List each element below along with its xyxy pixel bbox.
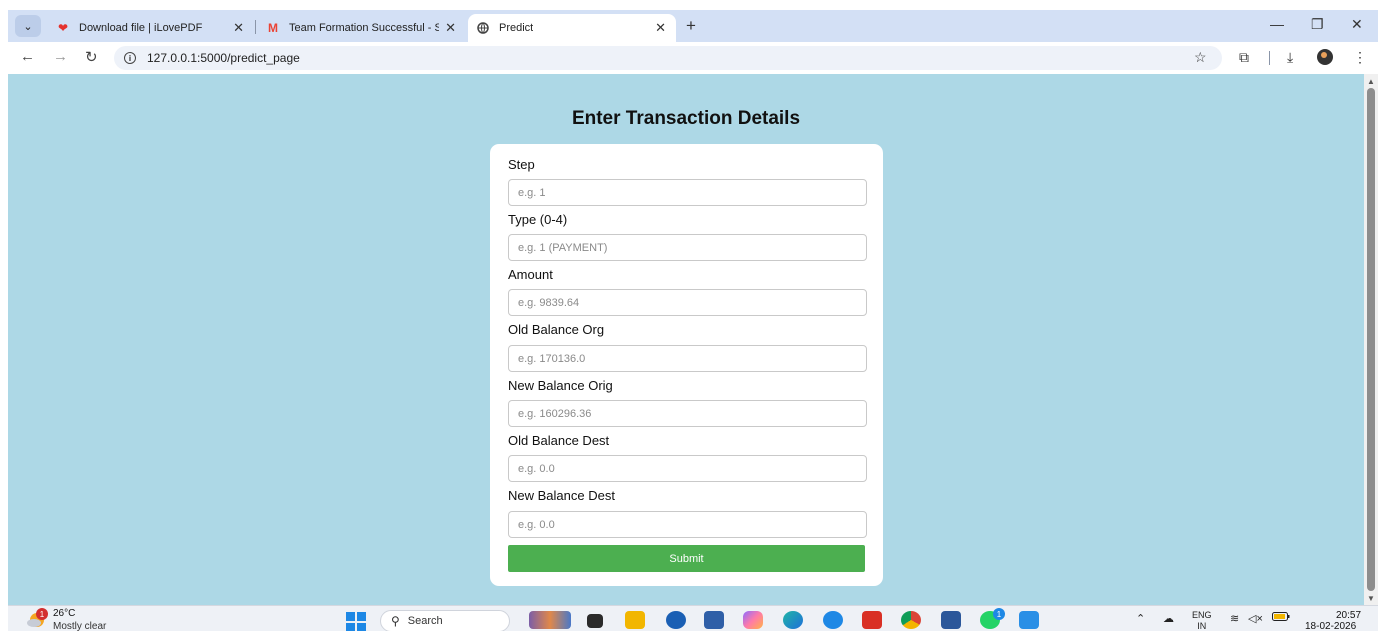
weather-temp: 26°C: [53, 608, 76, 619]
weather-description: Mostly clear: [53, 621, 107, 631]
minimize-icon[interactable]: —: [1270, 16, 1284, 32]
address-bar[interactable]: i 127.0.0.1:5000/predict_page: [114, 46, 1222, 70]
wifi-icon[interactable]: ≋: [1230, 612, 1239, 625]
heart-icon: ❤: [57, 21, 69, 35]
reload-icon[interactable]: ↻: [85, 48, 98, 66]
whatsapp-badge: 1: [993, 608, 1005, 620]
amount-label: Amount: [508, 267, 553, 282]
tab-title: Predict: [499, 22, 534, 34]
tab-predict[interactable]: Predict ✕: [468, 14, 676, 42]
type-input[interactable]: [508, 234, 867, 261]
language-code: ENG: [1192, 610, 1212, 620]
old-balance-org-input[interactable]: [508, 345, 867, 372]
restore-icon[interactable]: ❐: [1311, 16, 1324, 33]
step-label: Step: [508, 157, 535, 172]
page-viewport: Enter Transaction Details Step Type (0-4…: [8, 74, 1378, 605]
search-label: Search: [407, 615, 443, 627]
scroll-down-icon[interactable]: ▼: [1367, 594, 1375, 603]
new-balance-orig-input[interactable]: [508, 400, 867, 427]
region-code: IN: [1197, 621, 1207, 631]
old-balance-dest-label: Old Balance Dest: [508, 433, 610, 448]
file-explorer-icon[interactable]: [625, 611, 645, 629]
old-balance-dest-input[interactable]: [508, 455, 867, 482]
toolbar-divider: [1269, 51, 1270, 65]
amount-input[interactable]: [508, 289, 867, 316]
task-view-icon[interactable]: [587, 614, 603, 628]
search-icon: ⚲: [391, 614, 400, 628]
chevron-up-icon[interactable]: ⌃: [1136, 612, 1145, 625]
chevron-down-icon: ⌄: [23, 20, 33, 33]
edge-icon[interactable]: [783, 611, 803, 629]
windows-taskbar: 1 26°C Mostly clear ⚲ Search 1 ⌃ ☁ ENG I…: [8, 605, 1378, 631]
submit-button[interactable]: Submit: [508, 545, 865, 572]
battery-icon[interactable]: [1272, 612, 1290, 624]
word-icon[interactable]: [941, 611, 961, 629]
hp-icon[interactable]: [666, 611, 686, 629]
avatar[interactable]: [1317, 49, 1333, 68]
url-text: 127.0.0.1:5000/predict_page: [147, 51, 300, 65]
new-balance-dest-label: New Balance Dest: [508, 488, 615, 503]
mail-icon[interactable]: [862, 611, 882, 629]
tab-title: Team Formation Successful - Sm: [289, 22, 439, 34]
globe-icon: [476, 21, 490, 35]
more-menu-icon[interactable]: ⋮: [1353, 49, 1367, 66]
language-indicator[interactable]: ENG IN: [1192, 610, 1212, 631]
info-icon[interactable]: i: [124, 52, 136, 64]
vscode-icon[interactable]: [1019, 611, 1039, 629]
back-arrow-icon[interactable]: ←: [20, 48, 35, 65]
clock-date[interactable]: 18-02-2026: [1305, 621, 1356, 631]
new-balance-dest-input[interactable]: [508, 511, 867, 538]
browser-toolbar: ← → ↻ i 127.0.0.1:5000/predict_page ☆ ⧉ …: [8, 42, 1378, 74]
new-balance-orig-label: New Balance Orig: [508, 378, 613, 393]
forward-arrow-icon[interactable]: →: [53, 48, 68, 65]
close-icon[interactable]: ✕: [445, 20, 456, 36]
close-icon[interactable]: ✕: [655, 20, 666, 36]
browser-window: ⌄ ❤ Download file | iLovePDF ✕ M Team Fo…: [8, 10, 1378, 631]
tab-gmail[interactable]: M Team Formation Successful - Sm ✕: [258, 14, 466, 42]
tab-strip: ⌄ ❤ Download file | iLovePDF ✕ M Team Fo…: [8, 10, 1378, 42]
widgets-icon[interactable]: [529, 611, 571, 629]
download-icon[interactable]: ⤓: [1287, 49, 1293, 66]
tab-search-button[interactable]: ⌄: [15, 15, 41, 37]
vertical-scrollbar[interactable]: ▲ ▼: [1364, 74, 1378, 605]
chrome-icon[interactable]: [901, 611, 921, 629]
weather-badge: 1: [36, 608, 48, 620]
close-window-icon[interactable]: ✕: [1351, 16, 1363, 33]
star-icon[interactable]: ☆: [1194, 49, 1207, 66]
scroll-thumb[interactable]: [1367, 88, 1375, 591]
app-icon[interactable]: [823, 611, 843, 629]
copilot-icon[interactable]: [743, 611, 763, 629]
store-icon[interactable]: [704, 611, 724, 629]
clock-time[interactable]: 20:57: [1336, 610, 1361, 621]
close-icon[interactable]: ✕: [233, 20, 244, 36]
taskbar-search[interactable]: ⚲ Search: [380, 610, 510, 631]
old-balance-org-label: Old Balance Org: [508, 322, 605, 337]
page-title: Enter Transaction Details: [571, 108, 801, 129]
type-label: Type (0-4): [508, 212, 568, 227]
extensions-icon[interactable]: ⧉: [1239, 49, 1249, 66]
new-tab-button[interactable]: +: [686, 16, 696, 36]
onedrive-icon[interactable]: ☁: [1163, 612, 1174, 625]
tab-divider: [255, 20, 256, 34]
scroll-up-icon[interactable]: ▲: [1367, 77, 1375, 86]
gmail-icon: M: [268, 21, 278, 35]
volume-icon[interactable]: ◁×: [1248, 612, 1263, 625]
start-icon[interactable]: [346, 612, 366, 631]
step-input[interactable]: [508, 179, 867, 206]
transaction-form: Step Type (0-4) Amount Old Balance Org N…: [490, 144, 883, 586]
tab-title: Download file | iLovePDF: [79, 22, 203, 34]
tab-ilovepdf[interactable]: ❤ Download file | iLovePDF ✕: [48, 14, 254, 42]
